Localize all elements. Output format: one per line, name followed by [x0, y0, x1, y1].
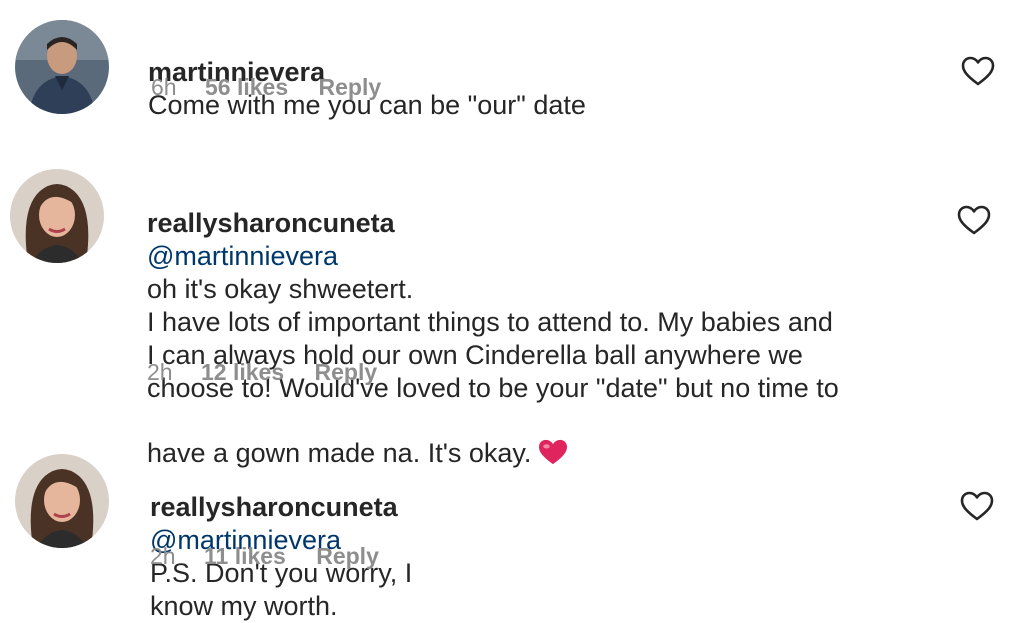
avatar[interactable] [15, 454, 109, 548]
comment-likes[interactable]: 11 likes [204, 543, 286, 570]
reply-button[interactable]: Reply [316, 543, 379, 570]
comment-item: martinnievera Come with me you can be "o… [0, 0, 1009, 140]
comment-meta: 2h 11 likes Reply [150, 543, 379, 570]
comment-likes[interactable]: 12 likes [201, 359, 284, 386]
comment-meta: 2h 12 likes Reply [147, 359, 377, 386]
comment-time[interactable]: 6h [151, 74, 177, 101]
comment-item: reallysharoncuneta @martinnievera oh it'… [0, 150, 1009, 468]
reply-button[interactable]: Reply [319, 74, 382, 101]
comment-username[interactable]: reallysharoncuneta [147, 208, 395, 238]
heart-outline-icon[interactable] [957, 205, 991, 235]
heart-outline-icon[interactable] [961, 56, 995, 86]
comment-time[interactable]: 2h [147, 359, 173, 386]
avatar[interactable] [10, 169, 104, 263]
comment-username[interactable]: reallysharoncuneta [150, 492, 398, 522]
heart-outline-icon[interactable] [960, 491, 994, 521]
comment-likes[interactable]: 56 likes [205, 74, 288, 101]
avatar[interactable] [15, 20, 109, 114]
comment-time[interactable]: 2h [150, 543, 176, 570]
red-heart-emoji-icon [537, 405, 569, 465]
comment-meta: 6h 56 likes Reply [151, 74, 381, 101]
comment-item: reallysharoncuneta @martinnievera P.S. D… [0, 435, 1009, 621]
mention-link[interactable]: @martinnievera [147, 241, 338, 271]
reply-button[interactable]: Reply [315, 359, 378, 386]
